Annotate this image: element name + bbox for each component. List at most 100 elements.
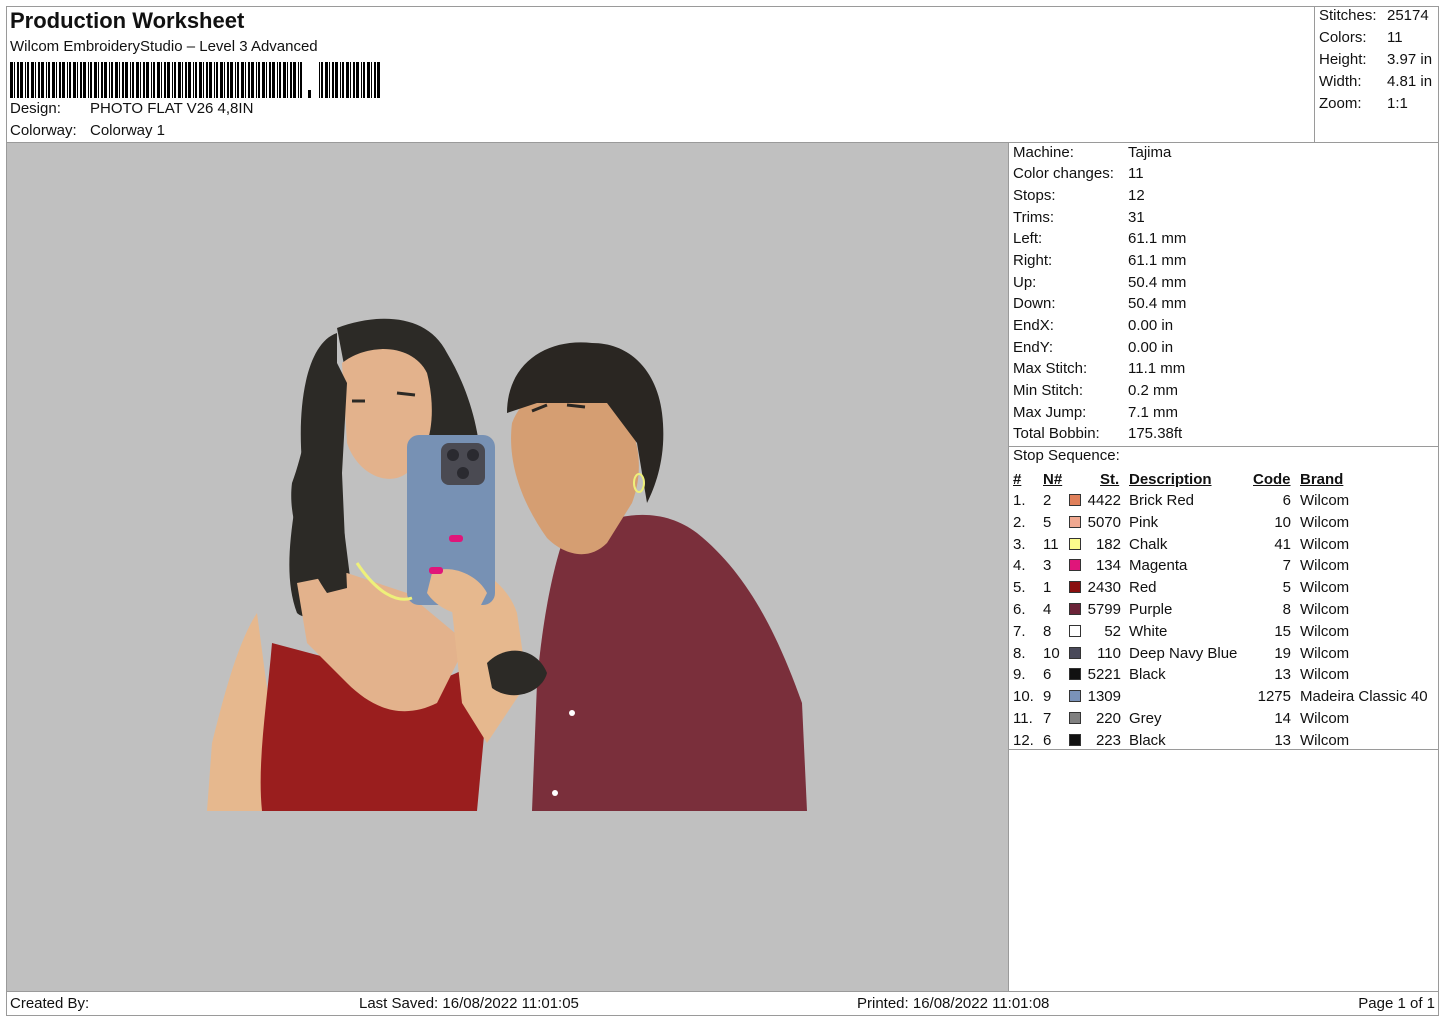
row-description: Black	[1129, 666, 1166, 684]
row-stitches: 4422	[1087, 492, 1121, 509]
design-summary: Stitches: 25174 Colors: 11 Height: 3.97 in …	[1314, 6, 1439, 143]
stop-sequence-row: 6. 4 5799 Purple 8 Wilcom	[1009, 599, 1439, 620]
row-index: 9.	[1013, 666, 1026, 684]
row-index: 1.	[1013, 492, 1026, 509]
summary-zoom: Zoom: 1:1	[1319, 95, 1408, 112]
row-description: Grey	[1129, 710, 1162, 727]
row-code: 5	[1282, 579, 1291, 597]
stop-sequence-row: 9. 6 5221 Black 13 Wilcom	[1009, 664, 1439, 685]
row-description: Magenta	[1129, 557, 1188, 575]
row-description: Black	[1129, 731, 1166, 749]
row-stitches: 2430	[1087, 579, 1121, 597]
row-description: White	[1129, 622, 1168, 640]
row-brand: Wilcom	[1300, 666, 1350, 684]
row-needle: 5	[1043, 513, 1052, 531]
row-stitches: 134	[1095, 557, 1121, 575]
row-index: 11.	[1013, 710, 1033, 727]
row-brand: Wilcom	[1300, 513, 1350, 531]
row-index: 6.	[1013, 601, 1026, 618]
stop-sequence-row: 11. 7 220 Grey 14 Wilcom	[1009, 708, 1439, 729]
info-endy: EndY: 0.00 in	[1013, 339, 1174, 356]
colorway-value: Colorway 1	[90, 122, 166, 139]
col-brand-header: Brand	[1300, 471, 1344, 488]
row-index: 4.	[1013, 557, 1026, 575]
info-max-stitch: Max Stitch: 11.1 mm	[1013, 360, 1186, 377]
design-value: PHOTO FLAT V26 4,8IN	[90, 100, 254, 117]
info-left: Left: 61.1 mm	[1013, 230, 1187, 247]
row-needle: 6	[1043, 666, 1052, 684]
row-code: 7	[1282, 557, 1291, 575]
row-code: 19	[1274, 644, 1291, 662]
info-endx: EndX: 0.00 in	[1013, 317, 1174, 334]
row-index: 10.	[1013, 688, 1034, 706]
row-brand: Wilcom	[1300, 579, 1350, 597]
summary-height: Height: 3.97 in	[1319, 51, 1433, 68]
row-needle: 9	[1043, 688, 1052, 706]
row-needle: 1	[1043, 579, 1052, 597]
stitch-info-panel: Machine: Tajima Color changes: 11 Stops: 12…	[1009, 143, 1439, 991]
row-index: 8.	[1013, 644, 1026, 662]
stop-sequence-row: 3. 11 182 Chalk 41 Wilcom	[1009, 534, 1439, 555]
summary-colors: Colors: 11	[1319, 29, 1403, 46]
row-needle: 4	[1043, 601, 1052, 618]
stop-sequence-row: 8. 10 110 Deep Navy Blue 19 Wilcom	[1009, 643, 1439, 664]
row-brand: Wilcom	[1300, 731, 1350, 749]
colorway-row: Colorway: Colorway 1	[10, 122, 165, 139]
row-index: 12.	[1013, 731, 1034, 749]
info-max-jump: Max Jump: 7.1 mm	[1013, 404, 1179, 421]
row-needle: 7	[1043, 710, 1052, 727]
col-needle-header: N#	[1043, 471, 1063, 488]
stop-sequence-row: 10. 9 1309 1275 Madeira Classic 40	[1009, 686, 1439, 707]
row-needle: 8	[1043, 622, 1052, 640]
row-brand: Wilcom	[1300, 557, 1350, 575]
row-brand: Madeira Classic 40	[1300, 688, 1428, 706]
col-stitches-header: St.	[1100, 471, 1120, 488]
printed-date: Printed: 16/08/2022 11:01:08	[857, 995, 1050, 1012]
design-row: Design: PHOTO FLAT V26 4,8IN	[10, 100, 253, 117]
info-total-bobbin: Total Bobbin: 175.38ft	[1013, 425, 1183, 442]
row-code: 13	[1274, 731, 1291, 749]
row-stitches: 1309	[1087, 688, 1121, 706]
row-index: 2.	[1013, 513, 1026, 531]
row-index: 7.	[1013, 622, 1026, 640]
row-stitches: 110	[1097, 644, 1121, 662]
row-code: 41	[1274, 535, 1291, 553]
barcode	[10, 62, 380, 98]
design-label: Design:	[10, 100, 61, 117]
row-needle: 3	[1043, 557, 1052, 575]
row-description: Brick Red	[1129, 492, 1195, 509]
info-trims: Trims: 31	[1013, 209, 1145, 226]
info-up: Up: 50.4 mm	[1013, 274, 1187, 291]
page-number: Page 1 of 1	[1358, 995, 1435, 1012]
divider	[1009, 749, 1439, 750]
row-description: Deep Navy Blue	[1129, 644, 1238, 662]
info-min-stitch: Min Stitch: 0.2 mm	[1013, 382, 1179, 399]
stop-sequence-row: 2. 5 5070 Pink 10 Wilcom	[1009, 512, 1439, 533]
stop-sequence-row: 4. 3 134 Magenta 7 Wilcom	[1009, 555, 1439, 576]
row-code: 13	[1274, 666, 1291, 684]
worksheet-footer: Created By: Last Saved: 16/08/2022 11:01…	[6, 991, 1439, 1016]
col-description-header: Description	[1129, 471, 1212, 488]
software-name: Wilcom EmbroideryStudio – Level 3 Advanc…	[10, 38, 318, 55]
embroidery-design-image	[207, 318, 807, 811]
created-by: Created By:	[10, 995, 90, 1012]
row-needle: 10	[1043, 644, 1060, 662]
row-index: 3.	[1013, 535, 1026, 553]
row-brand: Wilcom	[1300, 622, 1350, 640]
row-brand: Wilcom	[1300, 601, 1350, 618]
row-description: Pink	[1129, 513, 1159, 531]
row-stitches: 223	[1095, 731, 1121, 749]
info-down: Down: 50.4 mm	[1013, 295, 1187, 312]
row-needle: 2	[1043, 492, 1052, 509]
row-brand: Wilcom	[1300, 710, 1350, 727]
row-code: 15	[1274, 622, 1291, 640]
summary-width: Width: 4.81 in	[1319, 73, 1433, 90]
stop-sequence-row: 7. 8 52 White 15 Wilcom	[1009, 621, 1439, 642]
summary-stitches: Stitches: 25174	[1319, 7, 1429, 24]
row-brand: Wilcom	[1300, 535, 1350, 553]
row-brand: Wilcom	[1300, 644, 1350, 662]
stop-sequence-row: 5. 1 2430 Red 5 Wilcom	[1009, 577, 1439, 598]
row-stitches: 220	[1095, 710, 1121, 727]
row-needle: 11	[1043, 535, 1059, 553]
row-code: 6	[1282, 492, 1291, 509]
